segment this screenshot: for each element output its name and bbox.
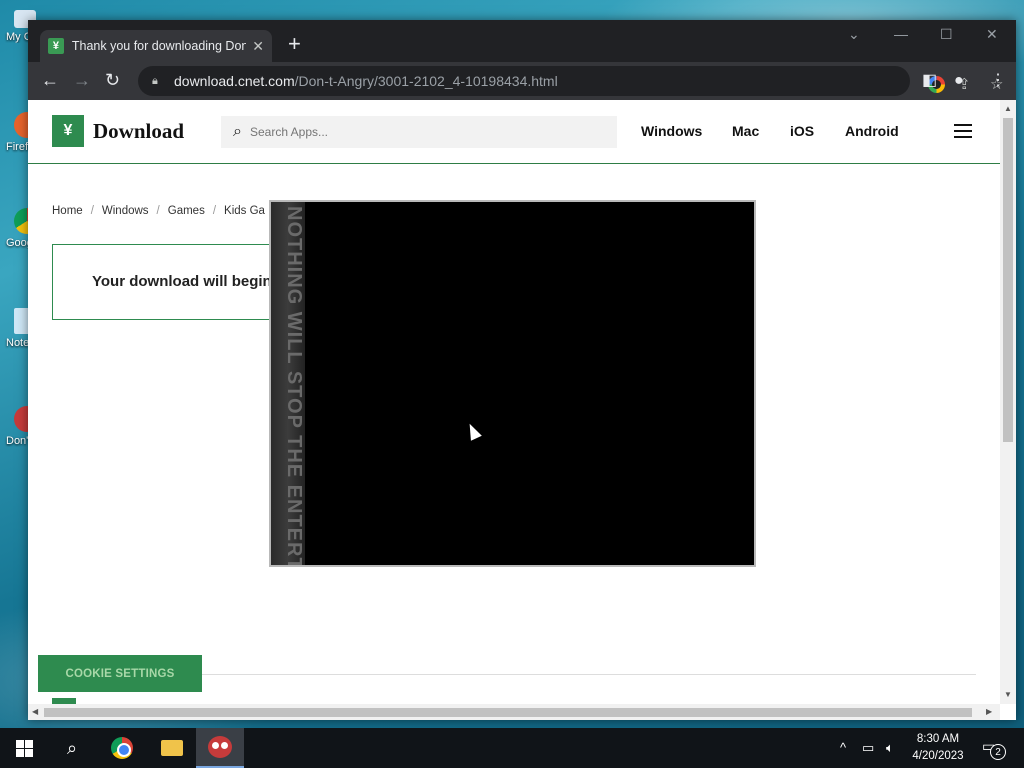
search-input[interactable] <box>249 125 590 139</box>
address-bar[interactable]: 🔒︎ download.cnet.com/Don-t-Angry/3001-21… <box>138 66 1003 96</box>
scroll-down-icon[interactable]: ▼ <box>1004 690 1012 699</box>
breadcrumb-separator: / <box>90 205 94 217</box>
taskbar-search-icon[interactable]: ⌕ <box>48 728 96 768</box>
desktop-icon-my-computer[interactable]: My Computer <box>0 10 36 43</box>
breadcrumb-games[interactable]: Games <box>168 205 205 217</box>
desktop-icon-label: Firefox <box>6 141 30 153</box>
taskbar-dont-get-angry[interactable] <box>196 728 244 768</box>
site-logo[interactable]: ¥ Download <box>52 115 184 147</box>
profile-icon[interactable]: ● <box>954 71 964 91</box>
notification-center[interactable]: ▭ 2 <box>982 738 1006 760</box>
scroll-up-icon[interactable]: ▲ <box>1004 104 1012 113</box>
folder-icon <box>161 740 183 756</box>
search-icon: ⌕ <box>233 123 242 140</box>
desktop-icon-label: Notepad <box>6 337 30 349</box>
scroll-left-icon[interactable]: ◀ <box>32 707 38 716</box>
windows-logo-icon <box>15 739 33 757</box>
desktop-icon-firefox[interactable]: Firefox <box>0 112 40 153</box>
volume-icon[interactable]: 🔈︎ <box>886 740 894 756</box>
logo-text: Download <box>93 118 185 143</box>
breadcrumb-windows[interactable]: Windows <box>102 205 149 217</box>
breadcrumb: Home / Windows / Games / Kids Ga <box>52 205 265 217</box>
game-splash-window[interactable]: NOTHING WILL STOP THE ENTERTAINMENT <box>269 200 756 567</box>
url-path: /Don-t-Angry/3001-2102_4-10198434.html <box>294 73 558 89</box>
desktop-icon-label: My Computer <box>6 31 30 43</box>
vertical-scrollbar[interactable]: ▲ ▼ <box>1000 100 1016 704</box>
scroll-thumb[interactable] <box>1003 118 1013 442</box>
breadcrumb-separator: / <box>212 205 217 217</box>
url-host: download.cnet.com <box>174 73 295 89</box>
search-box: ⌕ <box>221 116 617 148</box>
download-logo-icon: ¥ <box>52 115 84 147</box>
tab-close-icon[interactable]: ✕ <box>252 38 264 55</box>
taskbar-file-explorer[interactable] <box>148 728 196 768</box>
back-arrow-icon[interactable]: ← <box>41 70 59 90</box>
breadcrumb-home[interactable]: Home <box>52 205 83 217</box>
clock-date: 4/20/2023 <box>912 750 964 762</box>
lock-icon: 🔒︎ <box>152 75 158 87</box>
scroll-right-icon[interactable]: ▶ <box>986 707 992 716</box>
menu-kebab-icon[interactable]: ⋮ <box>990 71 1006 91</box>
minimize-icon[interactable]: — <box>894 26 908 42</box>
nav-android[interactable]: Android <box>845 123 899 139</box>
hamburger-menu-icon[interactable] <box>954 124 972 138</box>
nav-windows[interactable]: Windows <box>641 123 702 139</box>
desktop-icon-chrome[interactable]: Google Chrome <box>0 208 40 249</box>
taskbar-chrome[interactable] <box>98 728 146 768</box>
nav-mac[interactable]: Mac <box>732 123 759 139</box>
side-panel-icon[interactable]: ◧ <box>922 71 937 91</box>
breadcrumb-kids-games[interactable]: Kids Ga <box>224 205 265 217</box>
window-close-icon[interactable]: ✕ <box>986 26 998 43</box>
tab-title: Thank you for downloading Don't Get Angr… <box>71 39 247 53</box>
cookie-settings-button[interactable]: COOKIE SETTINGS <box>38 655 202 692</box>
game-icon <box>208 736 232 758</box>
tab-active[interactable]: ¥ Thank you for downloading Don't Get An… <box>40 30 272 62</box>
desktop-icon-label: Google Chrome <box>6 237 30 249</box>
nav-ios[interactable]: iOS <box>790 123 814 139</box>
desktop-icon-label: Don't Get Angry <box>6 435 30 447</box>
cnet-download-favicon-icon: ¥ <box>48 38 64 54</box>
breadcrumb-separator: / <box>156 205 160 217</box>
system-clock[interactable]: 8:30 AM 4/20/2023 <box>908 731 968 765</box>
browser-toolbar: ← → ↻ 🔒︎ download.cnet.com/Don-t-Angry/3… <box>28 62 1016 100</box>
network-icon[interactable]: ▭ <box>862 740 874 756</box>
clock-time: 8:30 AM <box>916 733 960 745</box>
site-header: ¥ Download ⌕ Windows Mac iOS Android <box>28 100 1000 164</box>
new-tab-button[interactable]: + <box>288 32 301 56</box>
horizontal-scrollbar[interactable]: ◀ ▶ <box>28 704 1000 720</box>
notification-badge: 2 <box>990 744 1006 760</box>
reload-icon[interactable]: ↻ <box>105 70 120 90</box>
tab-search-chevron-icon[interactable]: ⌄ <box>848 26 860 43</box>
splash-side-banner: NOTHING WILL STOP THE ENTERTAINMENT <box>271 202 305 565</box>
download-message: Your download will begin <box>92 273 272 290</box>
maximize-icon[interactable]: ☐ <box>940 26 953 43</box>
tab-strip: ¥ Thank you for downloading Don't Get An… <box>28 20 1016 62</box>
chrome-icon <box>111 737 133 759</box>
forward-arrow-icon[interactable]: → <box>73 70 91 90</box>
tray-chevron-up-icon[interactable]: ^ <box>840 740 846 755</box>
url-text: download.cnet.com/Don-t-Angry/3001-2102_… <box>174 73 558 89</box>
desktop-icon-notepad[interactable]: Notepad <box>0 308 34 349</box>
start-button[interactable] <box>0 728 48 768</box>
desktop-icon-dont-get-angry[interactable]: Don't Get Angry <box>0 406 40 447</box>
taskbar: ⌕ ^ ▭ 🔈︎ 8:30 AM 4/20/2023 ▭ 2 <box>0 728 1024 768</box>
scroll-thumb[interactable] <box>44 708 972 717</box>
